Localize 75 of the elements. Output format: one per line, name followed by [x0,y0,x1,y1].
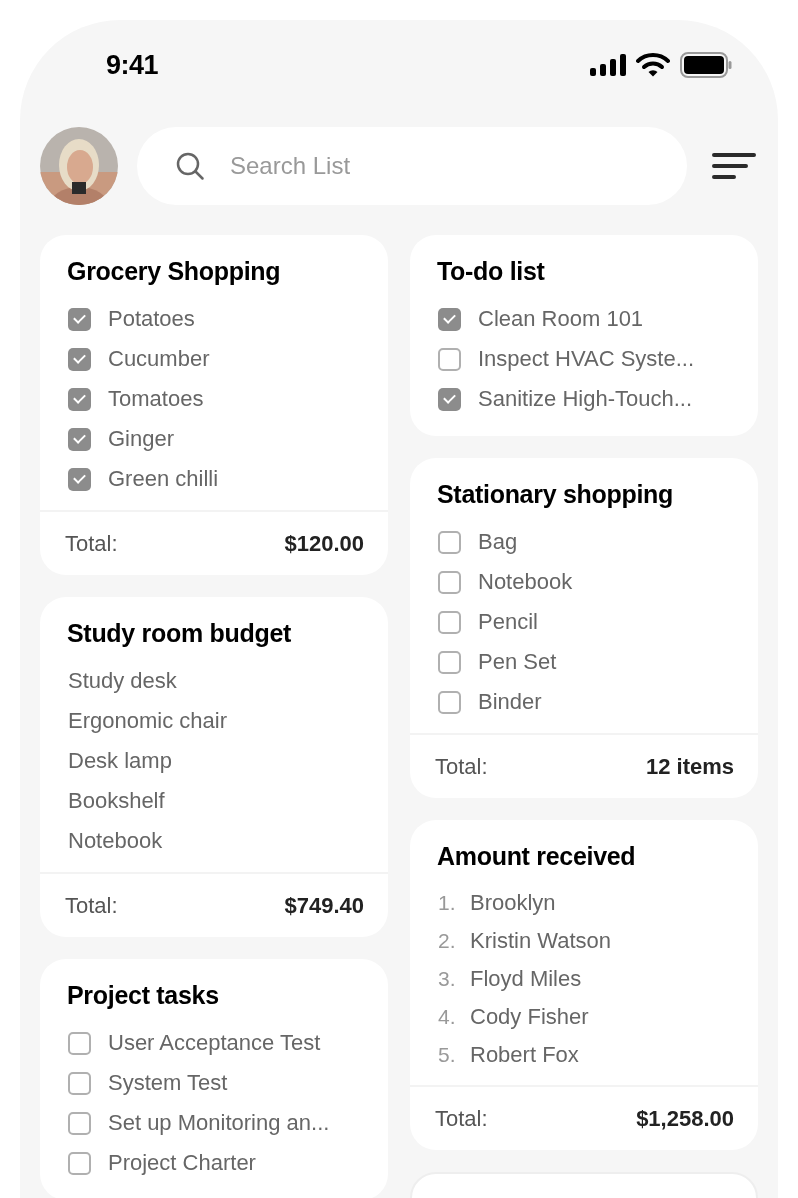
total-label: Total: [65,892,118,919]
item-label: System Test [108,1070,228,1096]
item-number: 3. [438,967,457,991]
card-title: Study room budget [66,619,293,647]
item-label: Study desk [68,668,177,694]
status-time: 9:41 [106,49,159,81]
item-number: 5. [438,1043,457,1067]
checkbox[interactable] [438,530,461,554]
list-card[interactable]: Amount received 1. Brooklyn 2. Kristin Watson 3. Floyd Miles 4. Cody Fisher 5. Robert Fox Total: $1,258.00 [410,820,758,1150]
checkbox[interactable] [68,1031,91,1055]
checkbox[interactable] [438,570,461,594]
list-card[interactable]: Stationary shopping Bag Notebook Pencil Pen Set Binder Total: 12 items [410,458,758,798]
checkbox[interactable] [438,347,461,371]
item-number: 4. [438,1005,457,1029]
list-card[interactable]: Grocery Shopping Potatoes Cucumber Tomatoes Ginger Green chilli Total: $120.00 [40,235,388,575]
item-number: 1. [438,891,457,915]
checkbox[interactable] [68,1071,91,1095]
search-icon [175,151,205,181]
checkbox[interactable] [438,650,461,674]
checkbox[interactable] [68,347,91,371]
battery-icon [680,52,732,78]
item-label: Notebook [68,828,163,854]
item-label: Cody Fisher [470,1004,589,1030]
checkbox[interactable] [68,467,91,491]
card-title: Grocery Shopping [66,257,282,285]
item-label: User Acceptance Test [108,1030,321,1056]
checkbox[interactable] [438,387,461,411]
wifi-icon [636,53,670,77]
item-label: Sanitize High-Touch... [478,386,692,412]
item-label: Kristin Watson [470,928,611,954]
item-label: Bookshelf [68,788,165,814]
total-label: Total: [435,1105,488,1132]
item-label: Ginger [108,426,175,452]
item-label: Clean Room 101 [478,306,644,332]
list-card[interactable]: To-do list Clean Room 101 Inspect HVAC Syste... Sanitize High-Touch... [410,235,758,436]
item-label: Desk lamp [68,748,172,774]
card-title: Stationary shopping [436,480,674,508]
item-label: Potatoes [108,306,195,332]
item-label: Robert Fox [470,1042,579,1068]
item-label: Brooklyn [470,890,556,916]
checkbox[interactable] [68,1111,91,1135]
item-label: Cucumber [108,346,210,372]
search-field[interactable]: Search List [137,127,687,205]
total-value: 12 items [645,753,734,780]
item-label: Project Charter [108,1150,256,1176]
item-label: Set up Monitoring an... [108,1110,330,1136]
list-card[interactable]: Study room budget Study desk Ergonomic chair Desk lamp Bookshelf Notebook Total: $749.40 [40,597,388,937]
item-label: Pen Set [478,649,557,675]
item-label: Ergonomic chair [68,708,227,734]
item-label: Binder [478,689,542,715]
total-value: $120.00 [284,530,364,557]
total-value: $749.40 [284,892,364,919]
checkbox[interactable] [438,690,461,714]
checkbox[interactable] [68,307,91,331]
card-title: Project tasks [66,981,220,1009]
item-label: Green chilli [108,466,219,492]
checkbox[interactable] [438,307,461,331]
checkbox[interactable] [438,610,461,634]
total-label: Total: [435,753,488,780]
item-label: Pencil [478,609,538,635]
checkbox[interactable] [68,387,91,411]
list-card[interactable]: Project tasks User Acceptance Test System Test Set up Monitoring an... Project Charter [40,959,388,1198]
item-label: Tomatoes [108,386,204,412]
item-number: 2. [438,929,457,953]
signal-icon [590,53,626,77]
card-title: Amount received [436,842,637,870]
checkbox[interactable] [68,1151,91,1175]
item-label: Notebook [478,569,573,595]
checkbox[interactable] [68,427,91,451]
total-value: $1,258.00 [636,1105,734,1132]
item-label: Bag [478,529,518,555]
card-title: To-do list [436,257,546,285]
item-label: Floyd Miles [470,966,582,992]
total-label: Total: [65,530,118,557]
item-label: Inspect HVAC Syste... [478,346,694,372]
